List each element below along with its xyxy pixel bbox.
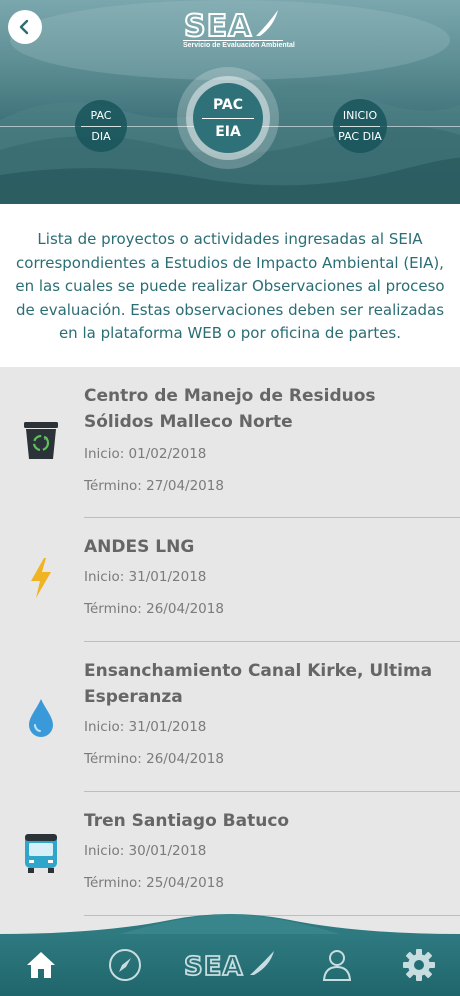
project-list-item[interactable]: Ensanchamiento Canal Kirke, Ultima Esper… [0,642,460,792]
project-list-item[interactable]: Tren Santiago Batuco Inicio: 30/01/2018 … [0,792,460,916]
bus-icon [20,832,62,874]
project-title: ANDES LNG [84,537,195,557]
project-end-date: Término: 25/04/2018 [84,875,224,891]
back-button[interactable] [8,10,42,44]
recycle-bin-icon [20,419,62,461]
project-start-date: Inicio: 31/01/2018 [84,719,207,735]
step-pac-dia[interactable]: PAC DIA [75,100,127,152]
project-title: Ensanchamiento Canal Kirke, Ultima Esper… [84,661,433,707]
project-title: Tren Santiago Batuco [84,811,290,831]
step-bottom-label: PAC DIA [338,129,382,143]
step-bottom-label: DIA [91,129,111,143]
step-pac-eia[interactable]: PAC EIA [193,83,263,153]
bottom-nav: SEA [0,934,460,996]
svg-text:SEA: SEA [184,952,244,982]
project-start-date: Inicio: 01/02/2018 [84,446,207,462]
sea-logo: SEA [183,951,274,982]
home-icon [27,952,55,978]
nav-sea-button[interactable]: SEA [178,934,282,996]
nav-profile-button[interactable] [310,934,364,996]
intro-description: Lista de proyectos o actividades ingresa… [0,204,460,367]
step-bottom-label: EIA [215,123,241,140]
nav-explore-button[interactable] [98,934,152,996]
water-drop-icon [20,697,62,739]
svg-text:SEA: SEA [184,9,252,44]
lightning-icon [20,557,62,599]
logo-subtitle: Servicio de Evaluación Ambiental [183,40,295,49]
step-inicio-pac-dia[interactable]: INICIO PAC DIA [333,99,387,153]
gear-icon [403,949,435,981]
project-title: Centro de Manejo de Residuos Sólidos Mal… [84,386,376,432]
project-end-date: Término: 27/04/2018 [84,478,224,494]
chevron-left-icon [19,19,29,35]
step-top-label: INICIO [342,108,378,122]
header-banner: SEA Servicio de Evaluación Ambiental PAC… [0,0,460,204]
project-end-date: Término: 26/04/2018 [84,601,224,617]
project-start-date: Inicio: 30/01/2018 [84,843,207,859]
nav-settings-button[interactable] [392,934,446,996]
step-top-label: PAC [212,96,244,113]
project-end-date: Término: 26/04/2018 [84,751,224,767]
step-top-label: PAC [90,108,112,122]
compass-icon [109,949,141,981]
user-icon [322,950,352,981]
nav-home-button[interactable] [14,934,68,996]
project-list-item[interactable]: Centro de Manejo de Residuos Sólidos Mal… [0,367,460,518]
project-start-date: Inicio: 31/01/2018 [84,569,207,585]
project-list-item[interactable]: ANDES LNG Inicio: 31/01/2018 Término: 26… [0,518,460,642]
